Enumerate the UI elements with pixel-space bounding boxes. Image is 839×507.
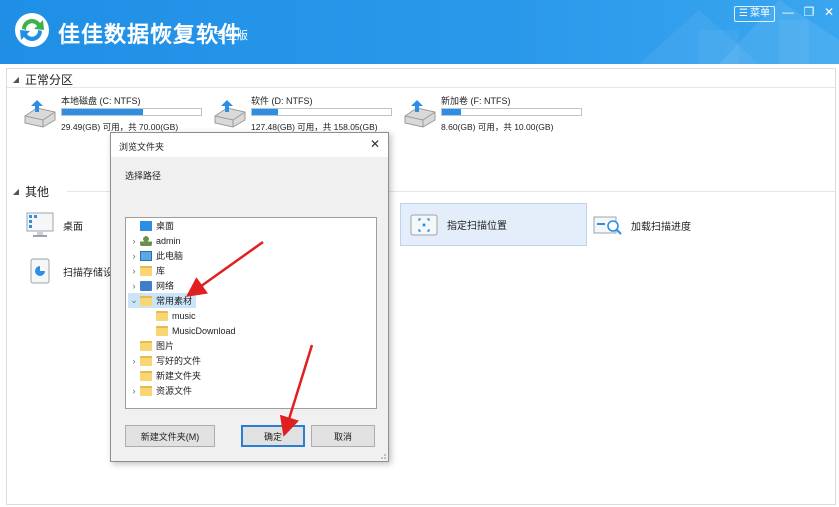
chevron-right-icon[interactable]: › [128,251,140,261]
folder-icon [156,310,168,321]
tree-node-label: MusicDownload [172,325,236,336]
computer-icon [140,250,152,261]
tree-node-label: 新建文件夹 [156,371,202,381]
disk-name: 软件 (D: NTFS) [251,96,313,106]
app-logo-icon [15,13,49,47]
other-section-label: 其他 [25,184,50,199]
tree-node-resources[interactable]: › 资源文件 [128,383,192,398]
disk-name: 新加卷 (F: NTFS) [441,96,511,106]
collapse-triangle-icon: ◢ [12,186,20,196]
tree-node-label: 桌面 [156,221,175,231]
specify-location-label: 指定扫描位置 [447,221,507,232]
tree-node-common-materials[interactable]: ⌄ 常用素材 [128,293,197,308]
desktop-icon [26,212,54,237]
minimize-button[interactable]: — [780,4,796,20]
app-edition: 专业版 [215,29,248,42]
tree-node-admin[interactable]: › admin [128,233,181,248]
disk-item-d[interactable]: 软件 (D: NTFS) 127.48(GB) 可用，共 158.05(GB) [213,94,403,134]
disk-usage-bar [441,108,582,116]
hard-drive-icon [24,100,56,128]
browse-folder-dialog: 浏览文件夹 ✕ 选择路径 桌面 › admin › 此电脑 › 库 › 网络 ⌄… [110,132,389,462]
ok-button[interactable]: 确定 [241,425,305,447]
cancel-button[interactable]: 取消 [311,425,375,447]
resize-grip-icon[interactable] [378,451,386,459]
tree-node-network[interactable]: › 网络 [128,278,174,293]
partitions-section-header[interactable]: ◢ 正常分区 [7,69,835,89]
storage-device-icon [30,258,50,284]
disk-item-c[interactable]: 本地磁盘 (C: NTFS) 29.49(GB) 可用，共 70.00(GB) [23,94,213,134]
load-progress-label: 加载扫描进度 [631,221,691,233]
network-icon [140,280,152,291]
dialog-title: 浏览文件夹 [119,142,165,152]
hard-drive-icon [404,100,436,128]
dialog-prompt: 选择路径 [125,171,162,181]
tree-node-label: 此电脑 [156,251,184,261]
load-search-icon [593,216,622,235]
tree-node-label: music [172,310,196,321]
tree-node-label: 写好的文件 [156,356,202,366]
chevron-right-icon[interactable]: › [128,266,140,276]
folder-icon [140,370,152,381]
title-bar: 佳佳数据恢复软件 专业版 ☰ 菜单 — ❐ ✕ [0,0,839,64]
chevron-right-icon[interactable]: › [128,386,140,396]
tree-node-desktop[interactable]: 桌面 [128,218,174,233]
disk-item-f[interactable]: 新加卷 (F: NTFS) 8.60(GB) 可用，共 10.00(GB) [403,94,593,134]
folder-icon [156,325,168,336]
tree-node-label: 网络 [156,281,175,291]
title-decoration [639,0,839,64]
dialog-close-icon[interactable]: ✕ [368,137,382,151]
tree-node-label: 常用素材 [156,296,193,306]
folder-icon [140,385,152,396]
hard-drive-icon [214,100,246,128]
close-button[interactable]: ✕ [821,4,837,20]
chevron-right-icon[interactable]: › [128,236,140,246]
tree-node-label: 资源文件 [156,386,193,396]
disk-usage-bar [61,108,202,116]
tree-node-label: admin [156,235,181,246]
tree-node-this-pc[interactable]: › 此电脑 [128,248,183,263]
disk-usage-bar [251,108,392,116]
user-icon [140,235,152,246]
menu-button-label: 菜单 [749,8,770,19]
folder-tree[interactable]: 桌面 › admin › 此电脑 › 库 › 网络 ⌄ 常用素材 music M… [125,217,377,409]
folder-icon [140,295,152,306]
folder-icon [140,340,152,351]
tree-node-music[interactable]: music [144,308,196,323]
folder-icon [140,355,152,366]
collapse-triangle-icon: ◢ [12,74,20,84]
library-icon [140,265,152,276]
section-divider [7,87,835,88]
restore-button[interactable]: ❐ [801,4,817,20]
disk-size: 8.60(GB) 可用，共 10.00(GB) [441,122,554,132]
tree-node-label: 图片 [156,341,175,351]
chevron-down-icon[interactable]: ⌄ [128,295,140,306]
chevron-right-icon[interactable]: › [128,281,140,291]
specify-location-tool[interactable]: 指定扫描位置 [400,203,587,246]
tree-node-label: 库 [156,266,166,276]
tree-node-new-folder[interactable]: 新建文件夹 [128,368,201,383]
disk-name: 本地磁盘 (C: NTFS) [61,96,141,106]
dialog-title-bar: 浏览文件夹 ✕ [111,133,388,157]
chevron-right-icon[interactable]: › [128,356,140,366]
menu-button[interactable]: ☰ 菜单 [734,6,775,22]
desktop-tool-label: 桌面 [63,221,83,233]
menu-lines-icon: ☰ [739,8,748,19]
partitions-section-label: 正常分区 [25,72,74,87]
tree-node-written-files[interactable]: › 写好的文件 [128,353,201,368]
scan-location-icon [410,214,438,235]
new-folder-button[interactable]: 新建文件夹(M) [125,425,215,447]
tree-node-pictures[interactable]: 图片 [128,338,174,353]
load-progress-tool[interactable]: 加载扫描进度 [593,205,773,245]
tree-node-musicdownload[interactable]: MusicDownload [144,323,236,338]
desktop-icon [140,220,152,231]
tree-node-library[interactable]: › 库 [128,263,165,278]
